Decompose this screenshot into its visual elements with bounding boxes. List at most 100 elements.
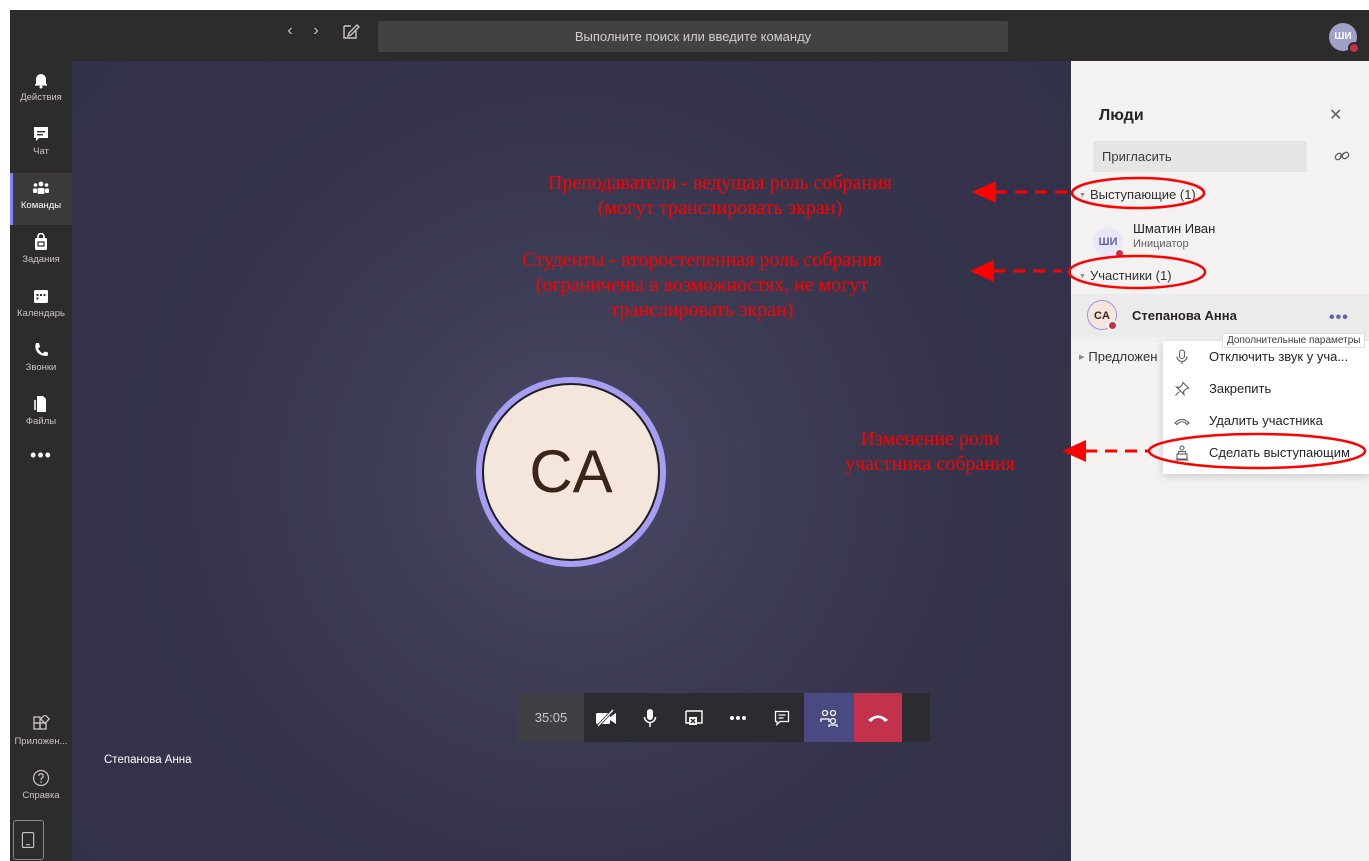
rail-label: Задания [22, 254, 60, 265]
mic-icon [643, 708, 657, 727]
presenters-header-label: Выступающие (1) [1089, 187, 1196, 202]
menu-item-label: Закрепить [1209, 381, 1272, 396]
share-screen-button[interactable] [672, 693, 716, 742]
attendee-name: Степанова Анна [1132, 308, 1237, 323]
annotation-line: Изменение роли [860, 428, 1000, 450]
caret-right-icon: ▶ [1079, 354, 1085, 361]
mobile-device-icon [21, 831, 35, 849]
rail-item-calls[interactable]: Звонки [10, 335, 72, 387]
presenter-icon [1175, 445, 1189, 461]
people-icon [820, 709, 838, 727]
people-button[interactable] [804, 693, 854, 742]
teams-icon [33, 181, 49, 194]
camera-toggle-button[interactable] [584, 693, 628, 742]
calendar-icon [34, 290, 48, 303]
menu-item-label: Сделать выступающим [1209, 445, 1350, 460]
user-avatar-initials: ШИ [1334, 31, 1352, 42]
mic-toggle-button[interactable] [628, 693, 672, 742]
status-badge [1107, 320, 1118, 331]
rail-label: Звонки [25, 362, 57, 373]
annotation-line: участника собрания [845, 453, 1015, 475]
hang-up-button[interactable] [854, 693, 902, 742]
call-controls: 35:05 [518, 693, 930, 742]
more-icon [730, 715, 746, 720]
invite-input[interactable]: Пригласить [1093, 141, 1307, 172]
rail-item-apps[interactable]: Приложен... [10, 709, 72, 761]
rail-item-help[interactable]: Справка [10, 763, 72, 815]
menu-item-label: Удалить участника [1209, 413, 1323, 428]
rail-label: Команды [20, 200, 62, 211]
rail-label: Календарь [17, 308, 65, 319]
attendee-initials: CA [1094, 310, 1110, 322]
rail-label: Приложен... [14, 736, 68, 747]
participant-name-label: Степанова Анна [104, 754, 192, 766]
help-icon [32, 769, 50, 787]
call-timer: 35:05 [518, 693, 584, 742]
rail-item-chat[interactable]: Чат [10, 119, 72, 171]
file-icon [34, 396, 46, 412]
rail-item-teams[interactable]: Команды [10, 173, 72, 225]
rail-item-calendar[interactable]: Календарь [10, 281, 72, 333]
rail-item-activity[interactable]: Действия [10, 65, 72, 117]
more-actions-button[interactable] [716, 693, 760, 742]
suggested-group-header[interactable]: ▶ Предложен [1079, 349, 1157, 364]
remove-person-icon [1174, 418, 1190, 426]
rail-item-files[interactable]: Файлы [10, 389, 72, 441]
mic-icon [1176, 349, 1188, 364]
app-rail: Действия Чат Команды Задания Календарь З… [10, 61, 72, 861]
presenter-avatar: ШИ [1093, 227, 1125, 259]
device-button[interactable] [13, 820, 44, 860]
search-input[interactable]: Выполните поиск или введите команду [378, 21, 1008, 52]
title-bar: ‹ › Выполните поиск или введите команду … [0, 0, 1369, 61]
menu-item-remove[interactable]: Удалить участника [1163, 405, 1369, 437]
rail-label: Справка [22, 790, 60, 801]
more-options-tooltip: Дополнительные параметры [1222, 333, 1366, 348]
annotation-line: Студенты - второстепенная роль собрания [522, 249, 882, 271]
caret-down-icon: ▼ [1079, 192, 1086, 199]
status-badge [1348, 42, 1360, 54]
chat-icon [34, 127, 48, 141]
attendees-group-header[interactable]: ▼ Участники (1) [1079, 268, 1172, 283]
annotation-line: (могут транслировать экран) [597, 197, 843, 219]
rail-item-assignments[interactable]: Задания [10, 227, 72, 279]
pin-icon [1174, 381, 1190, 397]
attendees-header-label: Участники (1) [1089, 268, 1172, 283]
suggested-header-label: Предложен [1088, 349, 1158, 364]
chat-toggle-icon [774, 710, 790, 726]
share-screen-icon [685, 709, 703, 725]
apps-icon [33, 715, 50, 730]
annotation-line: (ограничены в возможностях, не могут [535, 274, 869, 296]
compose-icon[interactable] [340, 20, 362, 42]
presenter-initials: ШИ [1098, 236, 1118, 248]
more-apps-button[interactable]: ••• [10, 445, 72, 466]
close-icon[interactable]: ✕ [1329, 105, 1342, 125]
presenter-row[interactable]: ШИ Шматин Иван Инициатор [1071, 221, 1369, 261]
annotation-attendees: Студенты - второстепенная роль собрания … [432, 248, 972, 323]
participant-avatar-ring: CA [476, 377, 666, 567]
hangup-icon [868, 715, 888, 722]
status-badge [1114, 248, 1125, 259]
chat-toggle-button[interactable] [760, 693, 804, 742]
link-icon[interactable] [1333, 147, 1351, 165]
participant-avatar: CA [482, 383, 660, 561]
annotation-presenters: Преподаватели - ведущая роль собрания (м… [470, 171, 970, 221]
forward-arrow-icon[interactable]: › [306, 22, 326, 40]
phone-icon [35, 343, 48, 356]
menu-item-make-presenter[interactable]: Сделать выступающим [1163, 437, 1369, 469]
annotation-line: Преподаватели - ведущая роль собрания [548, 172, 892, 194]
participant-context-menu: Отключить звук у уча... Закрепить Удалит… [1163, 341, 1369, 474]
menu-item-pin[interactable]: Закрепить [1163, 373, 1369, 405]
caret-down-icon: ▼ [1079, 273, 1086, 280]
presenters-group-header[interactable]: ▼ Выступающие (1) [1079, 187, 1196, 202]
presenter-name: Шматин Иван [1133, 221, 1216, 236]
assignments-icon [35, 233, 47, 250]
annotation-line: транслировать экран) [610, 299, 794, 321]
user-avatar[interactable]: ШИ [1329, 23, 1360, 54]
presenter-role: Инициатор [1133, 238, 1189, 250]
more-options-icon[interactable]: ••• [1329, 309, 1349, 327]
annotation-role-change: Изменение роли участника собрания [790, 427, 1070, 477]
menu-item-label: Отключить звук у уча... [1209, 349, 1349, 364]
back-arrow-icon[interactable]: ‹ [280, 22, 300, 40]
rail-label: Чат [33, 146, 49, 157]
rail-label: Файлы [25, 416, 57, 427]
